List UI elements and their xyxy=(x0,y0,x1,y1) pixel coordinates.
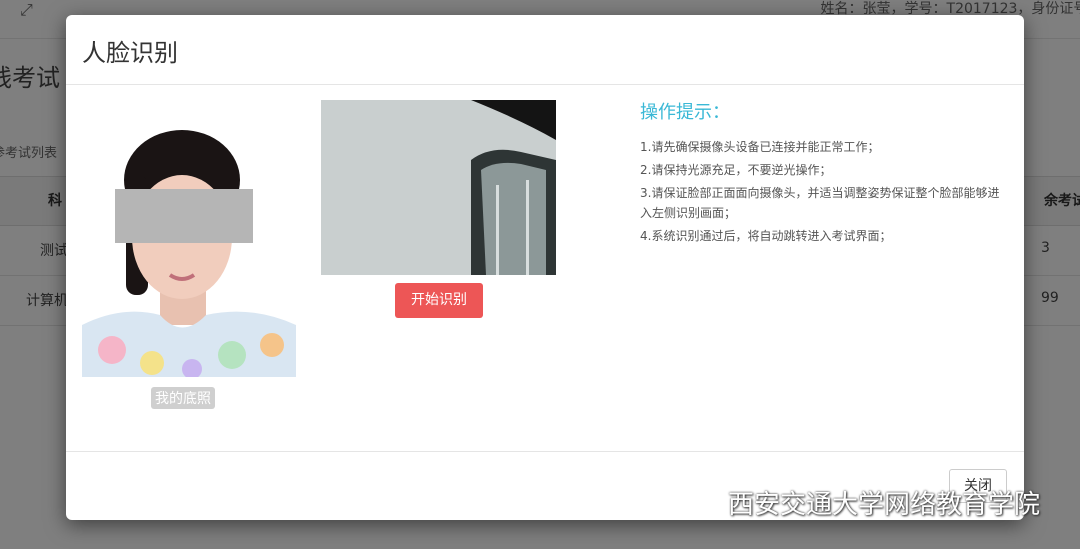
my-photo-label: 我的底照 xyxy=(151,387,215,409)
camera-preview xyxy=(321,100,556,275)
reference-photo-image xyxy=(82,125,296,377)
watermark-text: 西安交通大学网络教育学院 xyxy=(728,489,1041,520)
face-recognition-modal: 人脸识别 我的底照 开始识别 操作提示： 1.请先确保摄像头设备已连接并能正常工… xyxy=(66,15,1024,520)
start-recognition-button[interactable]: 开始识别 xyxy=(395,283,483,318)
camera-feed-image xyxy=(321,100,556,275)
modal-header: 人脸识别 xyxy=(66,15,1024,85)
watermark: 西安交通大学网络教育学院 xyxy=(680,485,1041,520)
tips-title: 操作提示： xyxy=(640,102,730,123)
tip-item: 1.请先确保摄像头设备已连接并能正常工作； xyxy=(640,140,880,154)
reference-photo xyxy=(82,125,296,377)
tip-item: 2.请保持光源充足，不要逆光操作； xyxy=(640,163,832,177)
modal-title: 人脸识别 xyxy=(82,39,178,67)
tip-item: 4.系统识别通过后，将自动跳转进入考试界面； xyxy=(640,229,892,243)
wechat-icon xyxy=(681,489,718,515)
tip-item: 3.请保证脸部正面面向摄像头，并适当调整姿势保证整个脸部能够进入左侧识别画面； xyxy=(640,186,1000,220)
tips-list: 1.请先确保摄像头设备已连接并能正常工作； 2.请保持光源充足，不要逆光操作； … xyxy=(640,137,1010,249)
